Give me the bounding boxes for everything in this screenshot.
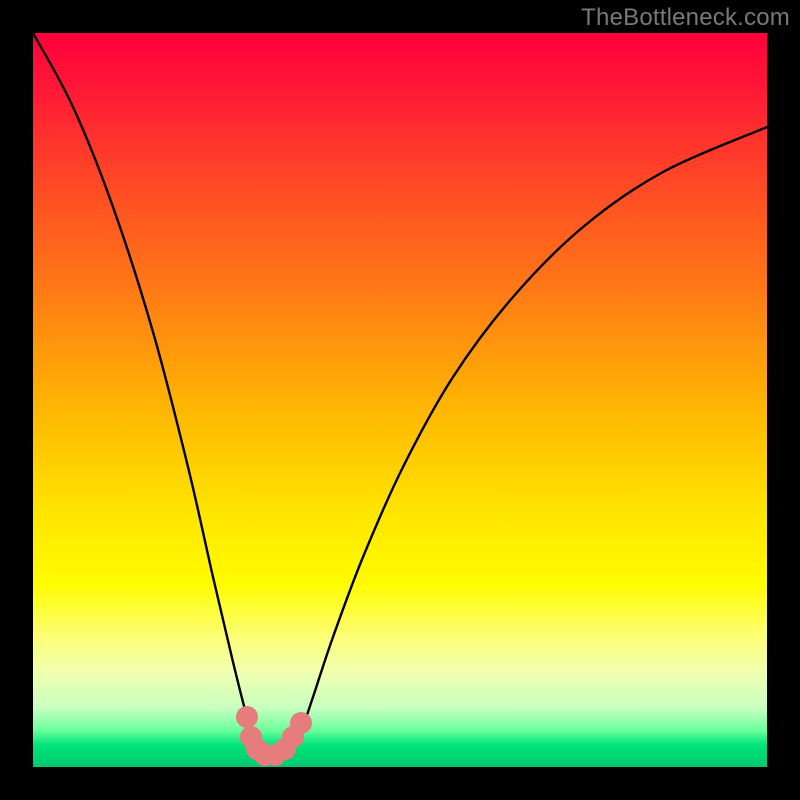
curve-marker xyxy=(290,712,312,734)
curve-marker xyxy=(236,706,258,728)
curve-markers xyxy=(236,706,312,766)
bottleneck-curve-line xyxy=(33,33,767,758)
bottleneck-chart xyxy=(33,33,767,767)
chart-plot-area xyxy=(33,33,767,767)
watermark-text: TheBottleneck.com xyxy=(581,4,790,32)
